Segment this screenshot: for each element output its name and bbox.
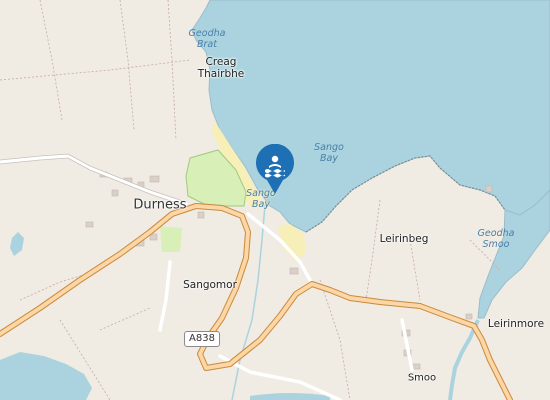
label-creag-thairbhe: Creag Thairbhe bbox=[197, 55, 245, 80]
marker-pin bbox=[256, 143, 294, 194]
label-sangomor: Sangomor bbox=[183, 278, 237, 291]
label-sango-bay-water: Sango Bay bbox=[314, 142, 344, 164]
park-small bbox=[160, 226, 182, 252]
label-leirinmore: Leirinmore bbox=[487, 317, 545, 330]
label-geodha-brat: Geodha Brat bbox=[188, 28, 226, 50]
map-view[interactable]: Geodha Brat Creag Thairbhe Sango Bay San… bbox=[0, 0, 550, 400]
label-geodha-smoo: Geodha Smoo bbox=[477, 228, 515, 250]
label-smoo: Smoo bbox=[407, 372, 437, 384]
location-marker[interactable] bbox=[254, 143, 296, 196]
label-durness: Durness bbox=[133, 197, 187, 213]
label-leirinbeg: Leirinbeg bbox=[379, 232, 429, 245]
road-shield-a838: A838 bbox=[184, 331, 220, 347]
